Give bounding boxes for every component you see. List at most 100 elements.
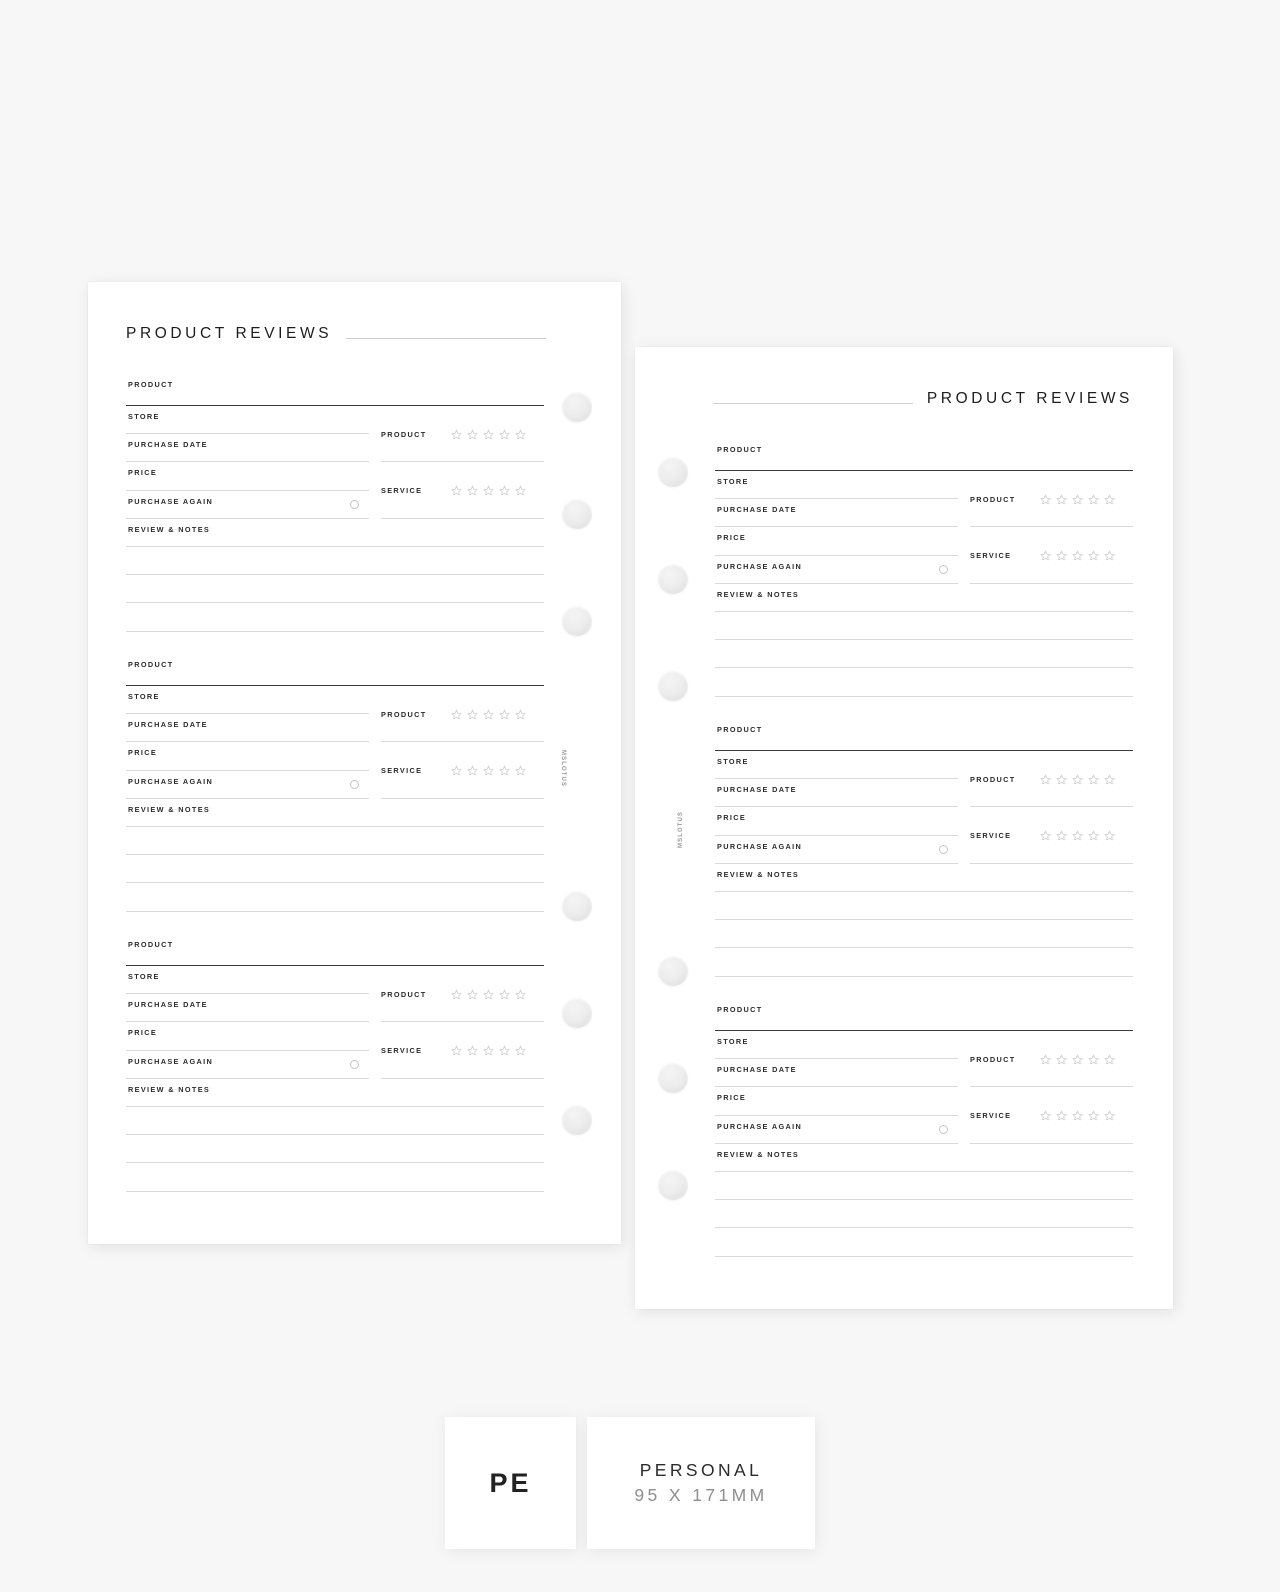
star-outline-icon[interactable] (515, 989, 526, 1000)
price-field[interactable]: PRICE (715, 527, 958, 556)
star-rating[interactable] (1040, 494, 1115, 505)
store-field[interactable]: STORE (126, 406, 369, 435)
purchase-again-field[interactable]: PURCHASE AGAIN (715, 556, 958, 584)
star-outline-icon[interactable] (1056, 1110, 1067, 1121)
star-outline-icon[interactable] (1040, 774, 1051, 785)
star-outline-icon[interactable] (451, 709, 462, 720)
circle-checkbox-icon[interactable] (350, 1059, 359, 1069)
star-rating[interactable] (451, 765, 526, 776)
store-field[interactable]: STORE (715, 1031, 958, 1060)
store-field[interactable]: STORE (715, 471, 958, 500)
star-outline-icon[interactable] (1040, 830, 1051, 841)
star-outline-icon[interactable] (483, 1045, 494, 1056)
star-outline-icon[interactable] (1072, 1054, 1083, 1065)
star-outline-icon[interactable] (1056, 494, 1067, 505)
star-outline-icon[interactable] (451, 989, 462, 1000)
star-outline-icon[interactable] (1088, 1110, 1099, 1121)
notes-lines[interactable] (126, 1107, 544, 1192)
star-rating[interactable] (1040, 830, 1115, 841)
product-name-field[interactable]: PRODUCT (715, 999, 1133, 1020)
star-rating[interactable] (451, 429, 526, 440)
star-outline-icon[interactable] (467, 709, 478, 720)
note-line[interactable] (126, 883, 544, 912)
note-line[interactable] (715, 640, 1133, 669)
star-outline-icon[interactable] (1056, 550, 1067, 561)
star-outline-icon[interactable] (1104, 550, 1115, 561)
product-name-field[interactable]: PRODUCT (715, 439, 1133, 460)
product-rating-row[interactable]: PRODUCT (381, 966, 544, 1023)
product-name-field[interactable]: PRODUCT (126, 374, 544, 395)
note-line[interactable] (126, 855, 544, 884)
star-outline-icon[interactable] (1056, 774, 1067, 785)
note-line[interactable] (715, 948, 1133, 977)
purchase-date-field[interactable]: PURCHASE DATE (715, 1059, 958, 1088)
star-outline-icon[interactable] (499, 485, 510, 496)
star-outline-icon[interactable] (515, 1045, 526, 1056)
star-outline-icon[interactable] (1056, 1054, 1067, 1065)
note-line[interactable] (715, 920, 1133, 949)
star-outline-icon[interactable] (483, 709, 494, 720)
star-outline-icon[interactable] (499, 989, 510, 1000)
purchase-again-field[interactable]: PURCHASE AGAIN (715, 1116, 958, 1144)
purchase-date-field[interactable]: PURCHASE DATE (715, 499, 958, 528)
star-outline-icon[interactable] (1088, 494, 1099, 505)
star-outline-icon[interactable] (1072, 494, 1083, 505)
purchase-again-field[interactable]: PURCHASE AGAIN (126, 491, 369, 519)
star-outline-icon[interactable] (451, 765, 462, 776)
note-line[interactable] (126, 1163, 544, 1192)
circle-checkbox-icon[interactable] (939, 844, 948, 854)
purchase-again-field[interactable]: PURCHASE AGAIN (126, 771, 369, 799)
star-outline-icon[interactable] (1072, 1110, 1083, 1121)
star-outline-icon[interactable] (1104, 830, 1115, 841)
product-name-field[interactable]: PRODUCT (715, 719, 1133, 740)
star-outline-icon[interactable] (515, 765, 526, 776)
star-outline-icon[interactable] (515, 429, 526, 440)
star-outline-icon[interactable] (467, 429, 478, 440)
note-line[interactable] (126, 547, 544, 576)
star-outline-icon[interactable] (467, 1045, 478, 1056)
circle-checkbox-icon[interactable] (350, 499, 359, 509)
note-line[interactable] (126, 1107, 544, 1136)
star-outline-icon[interactable] (499, 765, 510, 776)
price-field[interactable]: PRICE (126, 462, 369, 491)
review-notes-header[interactable]: REVIEW & NOTES (126, 799, 544, 827)
purchase-date-field[interactable]: PURCHASE DATE (715, 779, 958, 808)
product-rating-row[interactable]: PRODUCT (381, 686, 544, 743)
star-outline-icon[interactable] (1088, 830, 1099, 841)
star-outline-icon[interactable] (515, 709, 526, 720)
star-rating[interactable] (451, 989, 526, 1000)
store-field[interactable]: STORE (126, 966, 369, 995)
star-outline-icon[interactable] (483, 989, 494, 1000)
store-field[interactable]: STORE (126, 686, 369, 715)
note-line[interactable] (715, 1228, 1133, 1257)
store-field[interactable]: STORE (715, 751, 958, 780)
star-outline-icon[interactable] (1040, 550, 1051, 561)
service-rating-row[interactable]: SERVICE (970, 807, 1133, 864)
service-rating-row[interactable]: SERVICE (381, 462, 544, 519)
star-outline-icon[interactable] (467, 989, 478, 1000)
star-outline-icon[interactable] (1072, 550, 1083, 561)
review-notes-header[interactable]: REVIEW & NOTES (126, 519, 544, 547)
star-outline-icon[interactable] (483, 765, 494, 776)
note-line[interactable] (715, 1172, 1133, 1201)
star-outline-icon[interactable] (1104, 1054, 1115, 1065)
star-outline-icon[interactable] (499, 709, 510, 720)
notes-lines[interactable] (126, 827, 544, 912)
note-line[interactable] (715, 1200, 1133, 1229)
star-outline-icon[interactable] (499, 1045, 510, 1056)
note-line[interactable] (715, 612, 1133, 641)
service-rating-row[interactable]: SERVICE (970, 1087, 1133, 1144)
star-outline-icon[interactable] (483, 429, 494, 440)
star-outline-icon[interactable] (1040, 1110, 1051, 1121)
circle-checkbox-icon[interactable] (350, 779, 359, 789)
product-name-field[interactable]: PRODUCT (126, 654, 544, 675)
circle-checkbox-icon[interactable] (939, 1124, 948, 1134)
review-notes-header[interactable]: REVIEW & NOTES (126, 1079, 544, 1107)
price-field[interactable]: PRICE (126, 1022, 369, 1051)
note-line[interactable] (126, 603, 544, 632)
product-rating-row[interactable]: PRODUCT (970, 1031, 1133, 1088)
star-outline-icon[interactable] (1040, 1054, 1051, 1065)
note-line[interactable] (715, 892, 1133, 921)
purchase-date-field[interactable]: PURCHASE DATE (126, 714, 369, 743)
star-outline-icon[interactable] (1040, 494, 1051, 505)
